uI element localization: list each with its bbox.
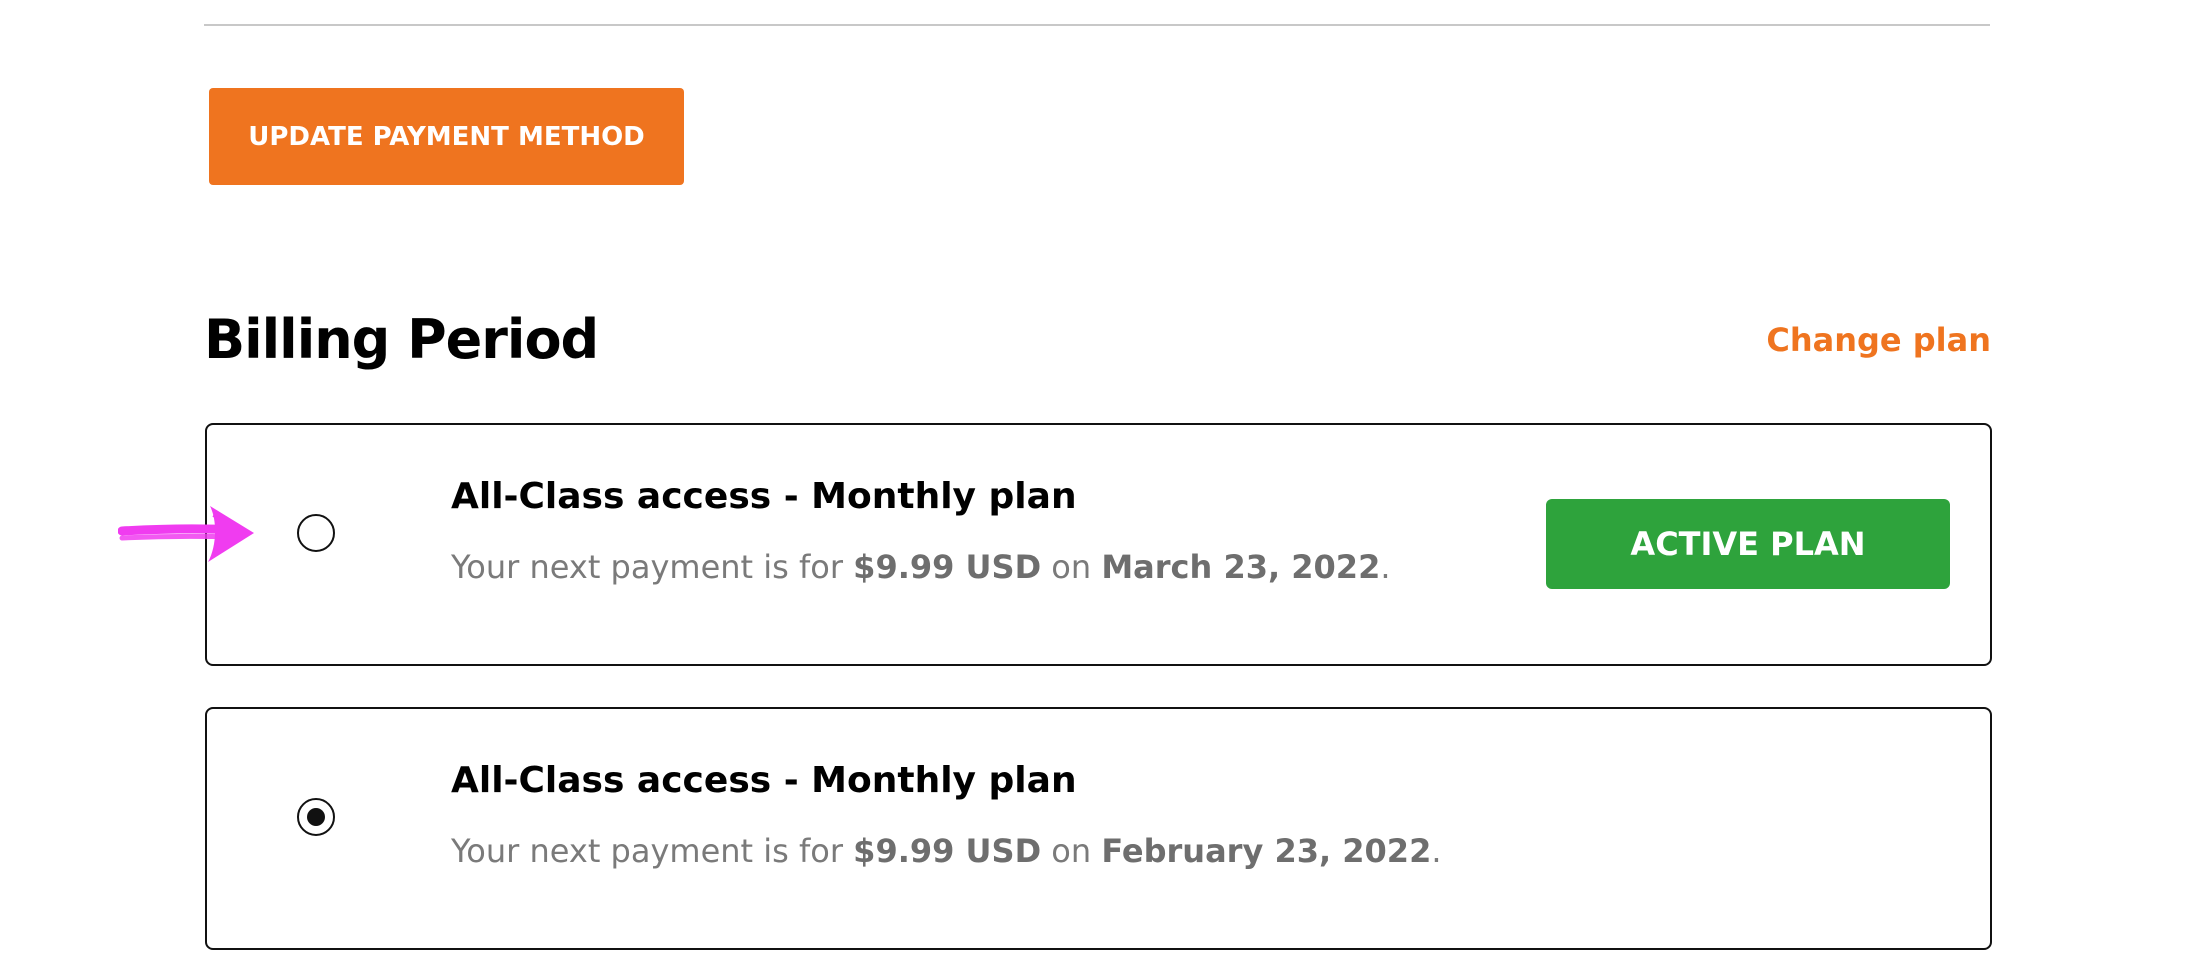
payment-detail-middle: on: [1051, 548, 1092, 586]
plan-card: All-Class access - Monthly plan Your nex…: [205, 423, 1992, 666]
change-plan-link[interactable]: Change plan: [1766, 316, 1991, 364]
payment-amount: $9.99 USD: [853, 832, 1042, 870]
plan-payment-detail: Your next payment is for $9.99 USD on Ma…: [451, 543, 1391, 591]
billing-period-title: Billing Period: [204, 308, 599, 371]
active-plan-button[interactable]: ACTIVE PLAN: [1546, 499, 1950, 589]
payment-date: February 23, 2022: [1101, 832, 1432, 870]
payment-detail-suffix: .: [1431, 832, 1442, 870]
plan-name: All-Class access - Monthly plan: [451, 476, 1077, 517]
plan-radio[interactable]: [297, 514, 335, 552]
plan-name: All-Class access - Monthly plan: [451, 760, 1077, 801]
payment-amount: $9.99 USD: [853, 548, 1042, 586]
payment-detail-prefix: Your next payment is for: [451, 548, 843, 586]
plan-radio[interactable]: [297, 798, 335, 836]
plan-payment-detail: Your next payment is for $9.99 USD on Fe…: [451, 827, 1442, 875]
arrow-right-icon: [118, 506, 254, 562]
top-divider: [204, 24, 1990, 26]
payment-detail-middle: on: [1051, 832, 1092, 870]
payment-detail-prefix: Your next payment is for: [451, 832, 843, 870]
payment-detail-suffix: .: [1380, 548, 1391, 586]
payment-date: March 23, 2022: [1101, 548, 1381, 586]
update-payment-method-button[interactable]: UPDATE PAYMENT METHOD: [209, 88, 684, 185]
plan-card: All-Class access - Monthly plan Your nex…: [205, 707, 1992, 950]
